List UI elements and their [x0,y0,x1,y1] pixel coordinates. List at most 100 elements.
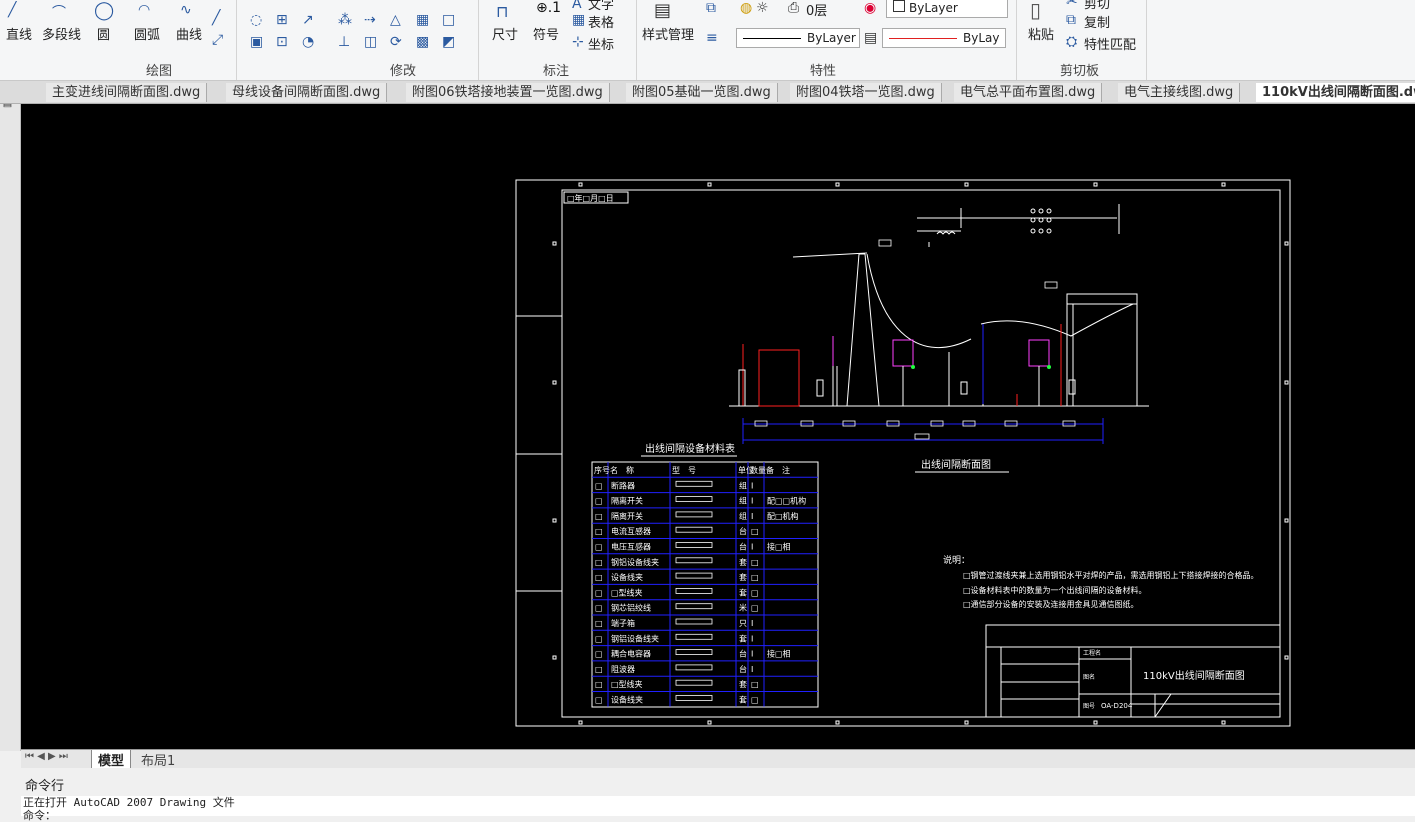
table-header-cell: 备 注 [766,465,790,475]
table-cell: □ [751,527,759,536]
cut-button[interactable]: 剪切 [1084,0,1110,12]
table-cell: □ [751,588,759,597]
linetype-select[interactable]: ByLayer [736,28,860,48]
file-tab[interactable]: 电气总平面布置图.dwg [954,83,1103,102]
fillet-icon[interactable]: △ [390,12,401,28]
paste-button[interactable]: 粘贴 [1028,24,1054,43]
table-cell: □型线夹 [611,679,643,689]
table-cell: Ⅰ [751,634,753,643]
line-button[interactable]: 直线 [6,24,32,43]
align-icon[interactable]: ⊥ [338,34,350,50]
table-model-placeholder [675,633,713,640]
rotate-icon[interactable]: ◌ [250,12,262,28]
symbol-button[interactable]: 符号 [533,24,559,43]
list-icon[interactable]: ≡ [706,30,718,46]
explode-icon[interactable]: ▩ [416,34,429,50]
sun-icon[interactable]: ☼ [756,0,769,16]
table-header-cell: 序号 [594,465,610,475]
table-cell: □ [595,650,603,659]
table-cell: □ [595,588,603,597]
file-tab-bar: 主变进线间隔断面图.dwg 母线设备间隔断面图.dwg 附图06铁塔接地装置一览… [0,81,1415,104]
file-tab[interactable]: 附图04铁塔一览图.dwg [790,83,942,102]
current-layer-select[interactable]: 0层 [806,0,827,19]
symbol-icon: ⊕.1 [536,0,562,16]
table-cell: Ⅰ [751,481,753,490]
copy-icon: ⧉ [1066,12,1076,28]
coord-button[interactable]: 坐标 [588,34,614,53]
copy-button[interactable]: 复制 [1084,12,1110,31]
table-cell: Ⅰ [751,497,753,506]
offset-icon[interactable]: ▦ [416,12,429,28]
file-tab[interactable]: 附图05基础一览图.dwg [626,83,778,102]
file-tab[interactable]: 电气主接线图.dwg [1118,83,1241,102]
table-cell: 端子箱 [611,618,635,628]
command-header-label: 命令行 [25,779,65,794]
table-cell: 钢芯铝绞线 [611,603,651,613]
stretch-icon[interactable]: ◔ [302,34,314,50]
table-cell: 接□相 [767,649,791,659]
drawing-canvas[interactable]: □年□月□日 出线间隔断面图 出线间隔设备材料表 序号 名 称 型 号 单位 数… [21,104,1415,749]
table-model-placeholder [675,572,713,579]
table-model-placeholder [675,557,713,564]
lightbulb-icon[interactable]: ◍ [740,0,752,16]
array-icon[interactable]: ⊡ [276,34,288,50]
tab-nav-icons[interactable]: ⏮ ◀ ▶ ⏭ [25,751,68,762]
table-cell: 米 [739,603,747,613]
file-tab[interactable]: 主变进线间隔断面图.dwg [46,83,208,102]
table-cell: 断路器 [611,480,635,490]
file-tab-active[interactable]: 110kV出线间隔断面图.dwg [1256,83,1415,102]
layer-props-icon[interactable]: ⧉ [706,0,716,16]
polyline-button[interactable]: 多段线 [42,24,81,43]
tab-model[interactable]: 模型 [91,750,132,770]
table-header-cell: 数量 [750,465,766,475]
text-icon: A [572,0,582,12]
lineweight-select[interactable]: ByLay [882,28,1006,48]
table-button[interactable]: 表格 [588,12,614,31]
coord-icon: ⊹ [572,34,584,50]
match-properties-button[interactable]: 特性匹配 [1084,34,1136,53]
table-cell: 台 [739,664,747,674]
boundary-icon[interactable]: ◩ [442,34,455,50]
curve-button[interactable]: 曲线 [176,24,202,43]
table-cell: □ [595,696,603,705]
printer-icon[interactable]: ⎙ [788,0,799,16]
table-cell: □ [751,696,759,705]
draw-tools-icon[interactable]: ╱ [212,10,220,26]
table-cell: 组 [739,480,747,490]
trim-icon[interactable]: ⇢ [364,12,376,28]
command-output[interactable]: 正在打开 AutoCAD 2007 Drawing 文件 命令： [21,796,1415,822]
arc-button[interactable]: 圆弧 [134,24,160,43]
table-cell: 只 [739,619,747,628]
notes-title: 说明： [943,554,970,566]
style-manager-button[interactable]: 样式管理 [642,24,694,43]
scale-icon[interactable]: ▣ [250,34,263,50]
title-block-label: 工程名 [1083,649,1101,657]
mirror-icon[interactable]: ⊞ [276,12,288,28]
table-cell: □ [595,619,603,628]
note-line: □通信部分设备的安装及连接用金具见通信图纸。 [963,599,1139,609]
table-cell: 电压互感器 [611,542,651,552]
arc-icon: ◠ [138,2,151,18]
color-wheel-icon[interactable]: ◉ [864,0,876,16]
draw-tools-more-icon[interactable]: ⤢ [212,32,223,48]
table-cell: Ⅰ [751,665,753,674]
table-cell: 套 [739,679,747,689]
file-tab[interactable]: 附图06铁塔接地装置一览图.dwg [406,83,610,102]
tab-layout1[interactable]: 布局1 [135,750,181,769]
cad-drawing: □年□月□日 出线间隔断面图 出线间隔设备材料表 序号 名 称 型 号 单位数量… [515,179,1291,727]
extend-icon[interactable]: ◫ [364,34,377,50]
drawing-name: 110kV出线间隔断面图 [1143,669,1245,682]
color-select[interactable]: ByLayer [886,0,1008,18]
dimension-button[interactable]: 尺寸 [492,24,518,43]
circle-button[interactable]: 圆 [97,24,110,43]
chamfer-icon[interactable]: ⟳ [390,34,402,50]
lineweight-icon[interactable]: ▤ [864,30,877,46]
table-model-placeholder [675,618,713,625]
section-title: 出线间隔断面图 [921,458,991,471]
hatch-icon[interactable]: □ [442,12,455,28]
move-icon[interactable]: ↗ [302,12,314,28]
copy-obj-icon[interactable]: ⁂ [338,12,352,28]
table-cell: Ⅰ [751,650,753,659]
file-tab[interactable]: 母线设备间隔断面图.dwg [226,83,388,102]
table-model-placeholder [675,526,713,533]
